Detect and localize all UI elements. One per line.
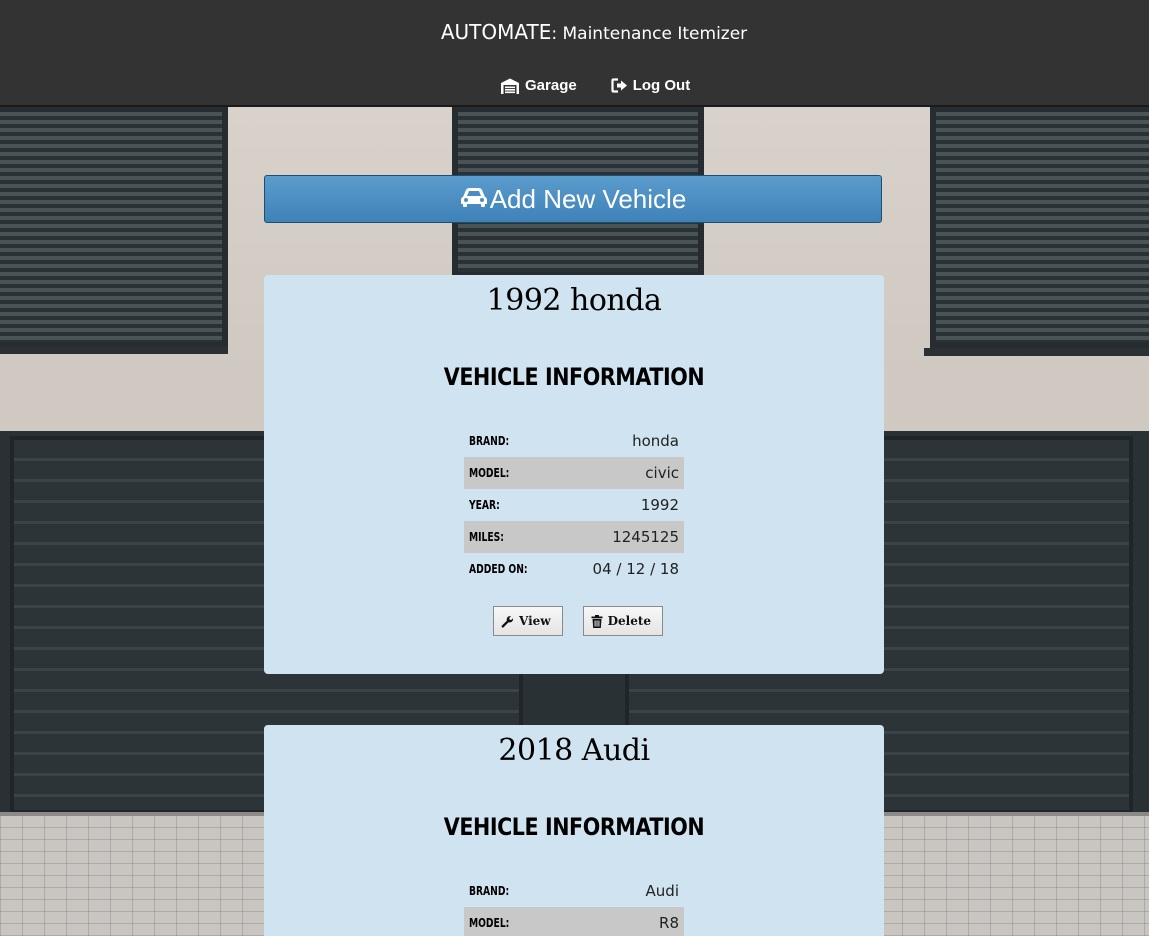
sign-out-icon xyxy=(611,78,628,93)
nav-logout-label: Log Out xyxy=(632,77,691,94)
vehicle-card-title: 2018 Audi xyxy=(498,733,650,768)
info-value: 04 / 12 / 18 xyxy=(592,560,679,578)
add-new-vehicle-label: Add New Vehicle xyxy=(489,183,687,214)
vehicle-card-title: 1992 honda xyxy=(486,283,662,318)
nav-garage-link[interactable]: Garage xyxy=(500,77,577,94)
info-label: ADDED ON: xyxy=(469,562,528,576)
vehicle-info-heading: VEHICLE INFORMATION xyxy=(443,813,705,841)
garage-icon xyxy=(500,78,520,94)
info-label: BRAND: xyxy=(469,434,510,448)
vehicle-card-actions: View Delete xyxy=(493,606,664,636)
info-value: civic xyxy=(645,464,679,482)
table-row: YEAR: 1992 xyxy=(464,489,684,521)
table-row: BRAND: honda xyxy=(464,425,684,457)
add-new-vehicle-button[interactable]: Add New Vehicle xyxy=(264,175,882,223)
main-nav: Garage Log Out xyxy=(500,77,690,94)
table-row: MODEL: R8 xyxy=(464,907,684,936)
wrench-icon xyxy=(501,615,514,628)
table-row: MILES: 1245125 xyxy=(464,521,684,553)
delete-button[interactable]: Delete xyxy=(582,606,664,636)
table-row: BRAND: Audi xyxy=(464,875,684,907)
view-button[interactable]: View xyxy=(493,606,563,636)
view-button-label: View xyxy=(519,614,551,628)
vehicle-card: 2018 Audi VEHICLE INFORMATION BRAND: Aud… xyxy=(264,725,884,936)
info-label: BRAND: xyxy=(469,884,510,898)
info-label: YEAR: xyxy=(469,498,500,512)
info-label: MODEL: xyxy=(469,466,510,480)
delete-button-label: Delete xyxy=(607,614,652,628)
info-value: honda xyxy=(632,432,679,450)
car-icon xyxy=(460,184,488,215)
info-value: 1245125 xyxy=(612,528,679,546)
info-value: R8 xyxy=(659,914,679,932)
top-navbar: AUTOMATE: Maintenance Itemizer Garage Lo… xyxy=(0,0,1149,107)
vehicle-info-table: BRAND: Audi MODEL: R8 xyxy=(464,875,684,936)
info-label: MODEL: xyxy=(469,916,510,930)
nav-logout-link[interactable]: Log Out xyxy=(611,77,690,94)
table-row: MODEL: civic xyxy=(464,457,684,489)
vehicle-info-table: BRAND: honda MODEL: civic YEAR: 1992 MIL… xyxy=(464,425,684,585)
nav-garage-label: Garage xyxy=(525,77,577,94)
brand-subtitle: : Maintenance Itemizer xyxy=(551,24,748,44)
table-row: ADDED ON: 04 / 12 / 18 xyxy=(464,553,684,585)
info-label: MILES: xyxy=(469,530,504,544)
app-brand: AUTOMATE: Maintenance Itemizer xyxy=(0,20,1149,44)
vehicle-info-heading: VEHICLE INFORMATION xyxy=(443,363,705,391)
info-value: Audi xyxy=(645,882,679,900)
trash-icon xyxy=(591,614,603,628)
info-value: 1992 xyxy=(640,496,679,514)
brand-title: AUTOMATE xyxy=(440,20,552,44)
vehicle-card: 1992 honda VEHICLE INFORMATION BRAND: ho… xyxy=(264,275,884,674)
